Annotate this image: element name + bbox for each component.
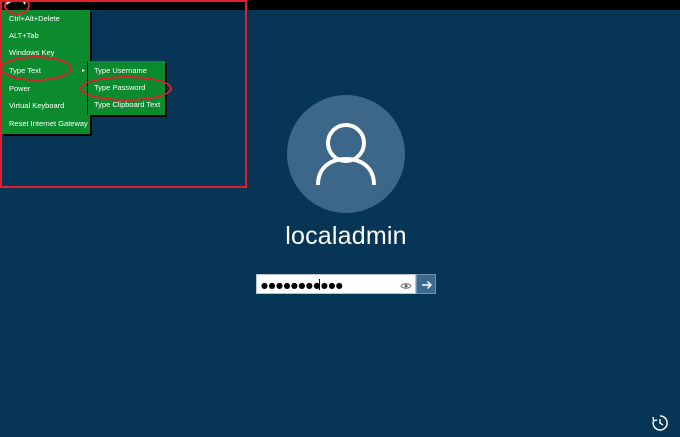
menu-item-label: ALT+Tab (9, 31, 39, 40)
menu-item-type-text[interactable]: Type Text ▸ (2, 63, 90, 79)
keyboard-shortcut-menu: Ctrl+Alt+Delete ALT+Tab Windows Key Type… (2, 10, 90, 134)
menu-item-ctrl-alt-delete[interactable]: Ctrl+Alt+Delete (2, 11, 90, 27)
menu-item-label: Power (9, 84, 31, 93)
menu-item-virtual-keyboard[interactable]: Virtual Keyboard (2, 98, 90, 114)
menu-item-windows-key[interactable]: Windows Key (2, 45, 90, 61)
eye-icon[interactable] (400, 279, 412, 291)
menu-item-label: Windows Key (9, 48, 55, 57)
submenu-item-type-clipboard-text[interactable]: Type Clipboard Text (88, 97, 165, 113)
keyboard-shortcut-toggle-icon[interactable]: ▸ ▾ (2, 0, 32, 10)
menu-item-label: Ctrl+Alt+Delete (9, 14, 60, 23)
password-field[interactable] (261, 277, 393, 293)
menu-item-label: Reset Internet Gateway (9, 119, 88, 128)
menu-item-alt-tab[interactable]: ALT+Tab (2, 28, 90, 44)
menu-item-reset-internet-gateway[interactable]: Reset Internet Gateway (2, 116, 90, 132)
username-label: localadmin (285, 222, 407, 250)
submenu-arrow-icon: ▸ (81, 68, 85, 74)
submit-button[interactable] (416, 274, 436, 294)
text-caret (319, 279, 320, 290)
type-text-submenu: Type Username Type Password Type Clipboa… (88, 61, 165, 115)
menu-item-power[interactable]: Power (2, 81, 90, 97)
submenu-item-type-username[interactable]: Type Username (88, 63, 165, 79)
menu-item-label: Virtual Keyboard (9, 101, 65, 110)
toggle-glyph-arrow: ▸ (6, 0, 12, 8)
toggle-glyph-dropdown: ▾ (22, 0, 28, 8)
submenu-item-label: Type Clipboard Text (94, 100, 161, 109)
user-avatar-icon (287, 95, 405, 213)
password-field-container (256, 274, 416, 294)
submenu-item-label: Type Password (94, 83, 146, 92)
submenu-item-label: Type Username (94, 66, 147, 75)
menu-item-label: Type Text (9, 66, 41, 75)
ease-of-access-icon[interactable] (651, 414, 669, 432)
submenu-item-type-password[interactable]: Type Password (88, 80, 165, 96)
remote-session-topbar: ▸ ▾ (0, 0, 680, 10)
arrow-right-icon (422, 281, 432, 289)
